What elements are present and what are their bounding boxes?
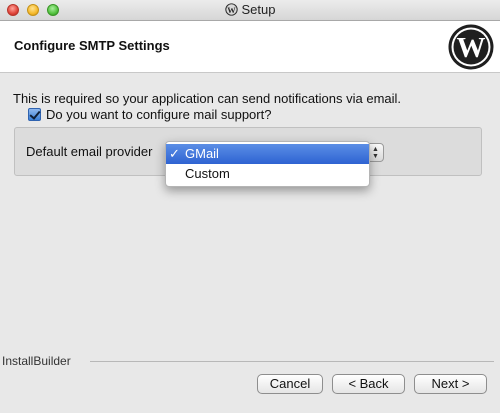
mail-support-label: Do you want to configure mail support? [46,107,272,122]
cancel-button[interactable]: Cancel [257,374,323,394]
mail-support-checkbox-row[interactable]: Do you want to configure mail support? [28,107,271,122]
svg-text:W: W [457,32,486,64]
svg-text:W: W [227,5,236,15]
wordpress-logo-icon: W [448,24,494,70]
installbuilder-label: InstallBuilder [2,354,71,368]
next-button[interactable]: Next > [414,374,487,394]
window-title-area: W Setup [0,0,500,20]
provider-dropdown-menu: ✓ GMail Custom [165,141,370,187]
title-bar: W Setup [0,0,500,21]
page-title: Configure SMTP Settings [14,38,170,53]
provider-option-gmail[interactable]: ✓ GMail [166,144,369,164]
provider-option-custom[interactable]: Custom [166,164,369,184]
page-header: Configure SMTP Settings W [0,21,500,73]
window-title: Setup [241,2,276,17]
setup-window: W Setup Configure SMTP Settings W This i… [0,0,500,413]
description-text: This is required so your application can… [13,91,402,106]
back-button[interactable]: < Back [332,374,405,394]
mail-support-checkbox[interactable] [28,108,41,121]
provider-label: Default email provider [26,144,153,159]
wordpress-small-icon: W [224,2,238,22]
checkmark-icon: ✓ [169,146,180,161]
footer-divider [90,361,494,362]
